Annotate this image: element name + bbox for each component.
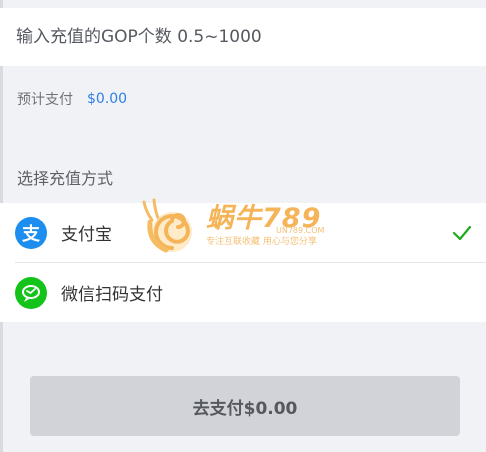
payment-method-wechat[interactable]: 微信扫码支付 xyxy=(15,262,486,322)
payment-method-title: 选择充值方式 xyxy=(17,169,114,188)
payment-method-label: 微信扫码支付 xyxy=(61,285,163,305)
estimate-label: 预计支付 xyxy=(17,92,73,108)
estimate-row: 预计支付 $0.00 xyxy=(17,88,127,110)
payment-method-label: 支付宝 xyxy=(61,225,112,245)
recharge-screen: 预计支付 $0.00 选择充值方式 支 支付宝 微信扫码支付 xyxy=(0,0,486,452)
alipay-icon: 支 xyxy=(15,216,47,249)
payment-method-list: 支 支付宝 微信扫码支付 xyxy=(0,203,486,322)
gop-amount-input[interactable] xyxy=(16,8,466,66)
amount-row xyxy=(0,8,486,66)
estimate-value: $0.00 xyxy=(87,91,128,107)
payment-method-alipay[interactable]: 支 支付宝 xyxy=(0,203,486,262)
check-icon xyxy=(452,225,472,240)
wechat-icon xyxy=(15,276,47,309)
go-pay-button[interactable]: 去支付$0.00 xyxy=(30,376,460,436)
